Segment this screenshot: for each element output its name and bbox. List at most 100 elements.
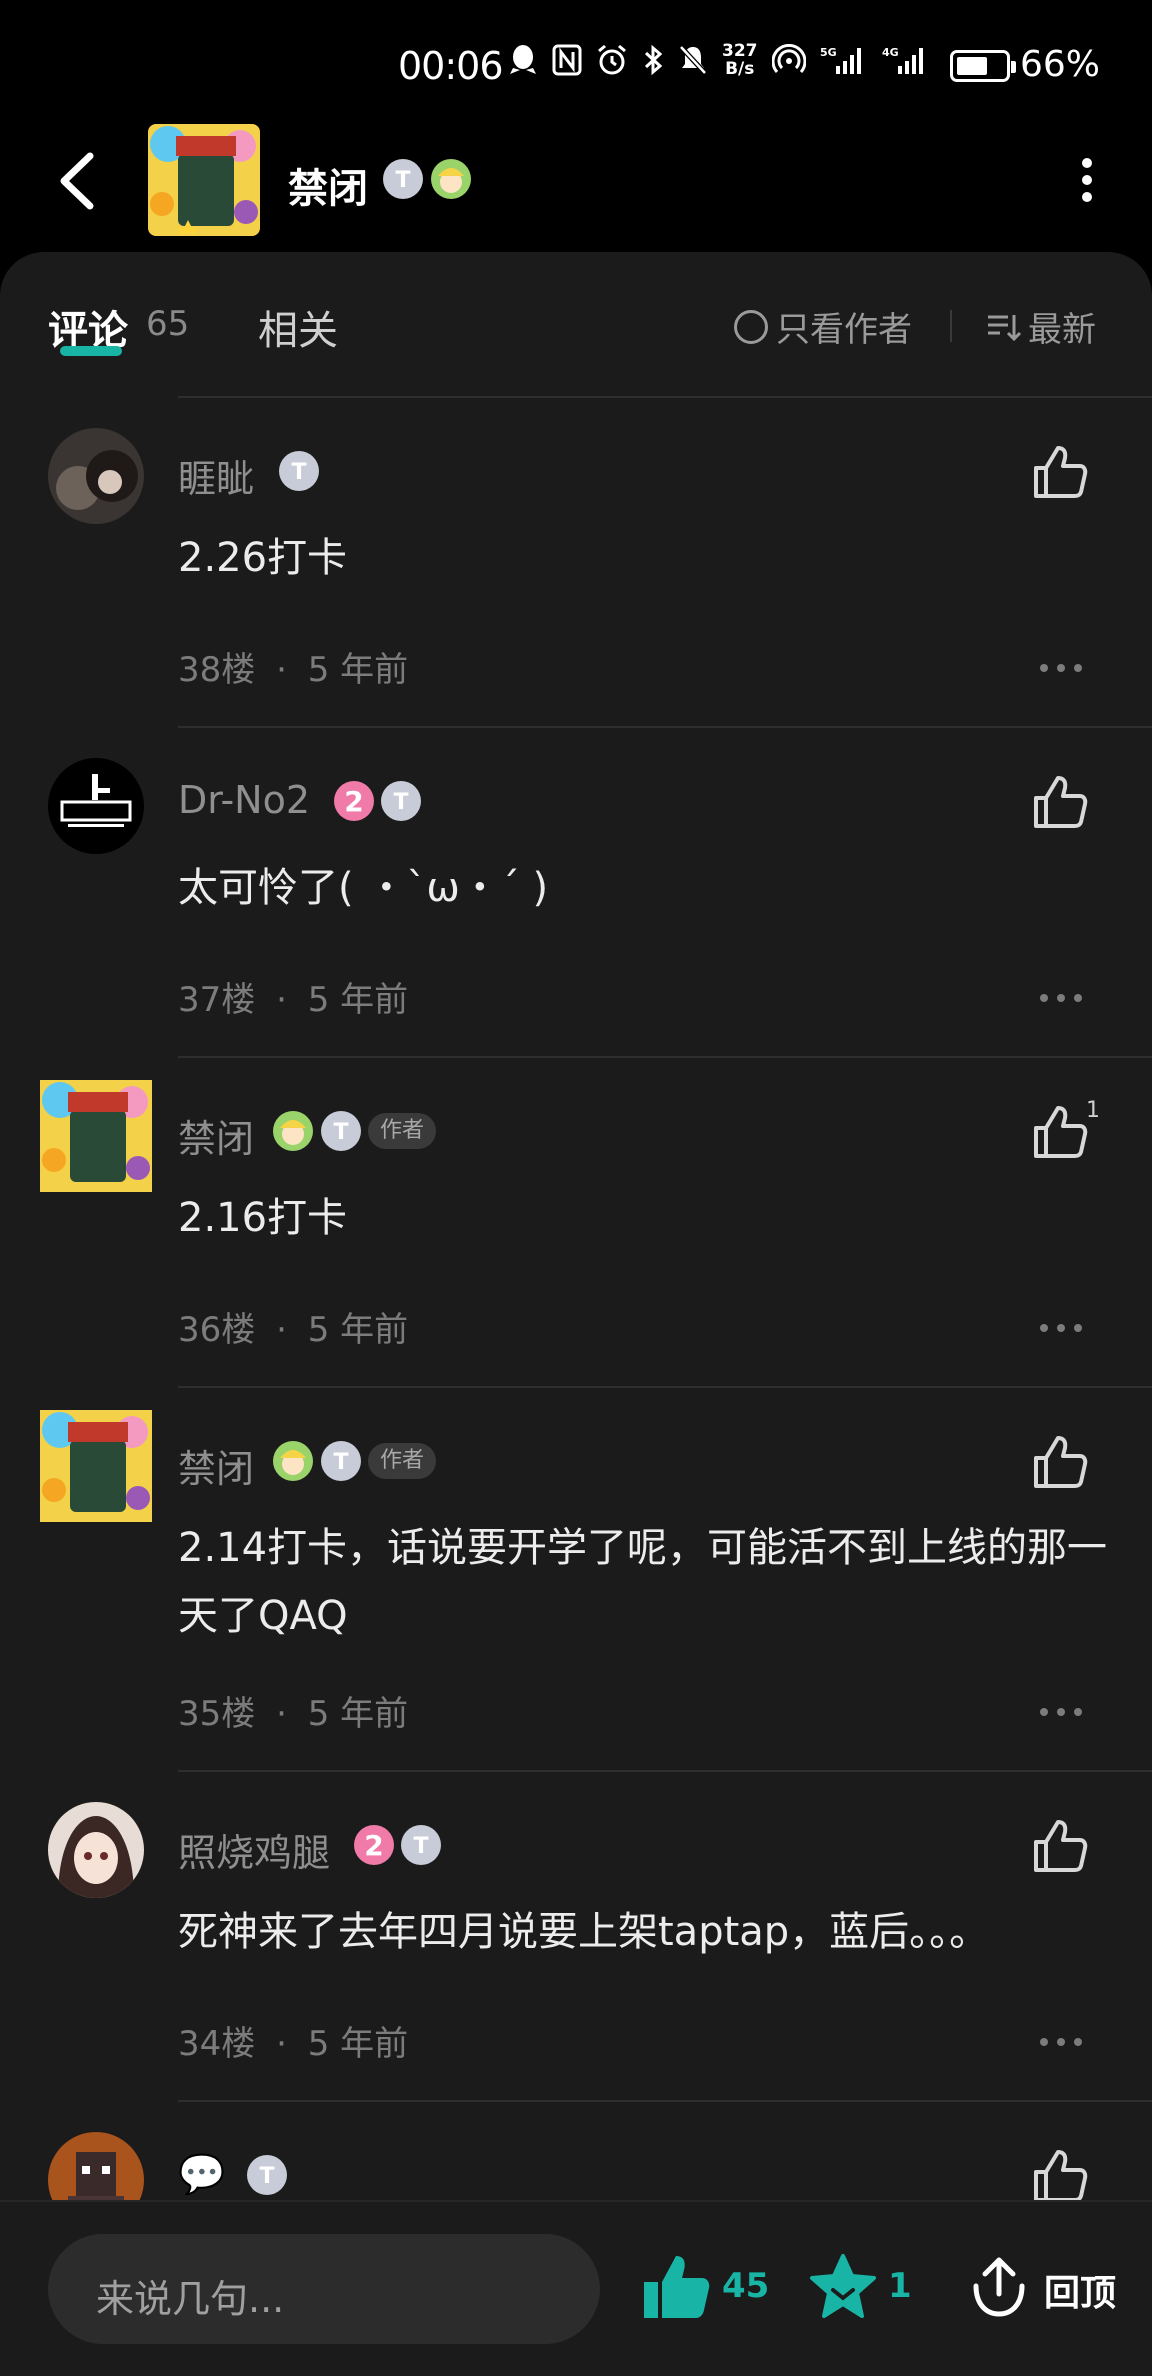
author-badge: 作者 [368,1113,437,1149]
favorite-count: 1 [888,2266,912,2306]
signal-5g-icon: 5G [820,46,861,74]
timestamp: 5 年前 [307,2024,409,2064]
header-badges: T [382,158,472,200]
thumbs-up-icon[interactable] [1030,1816,1090,1876]
meta-separator: · [276,1694,287,1734]
comment-text: 2.14打卡，话说要开学了呢，可能活不到上线的那一天了QAQ [178,1525,1108,1639]
author-only-filter[interactable]: 只看作者 [734,302,912,351]
avatar[interactable] [40,1080,152,1192]
svg-text:T: T [393,790,408,815]
mute-icon [679,45,707,75]
battery-icon [950,50,1016,82]
meta-separator: · [276,1310,287,1350]
star-favorite-icon[interactable] [808,2252,878,2322]
comment-more-icon[interactable] [1040,2038,1082,2048]
user-badges: T 作者 [272,1440,437,1482]
comment-text: 2.26打卡 [178,535,348,581]
tab-bar: 评论 65 相关 只看作者 最新 [0,252,1152,394]
thumbs-up-icon[interactable] [1030,1432,1090,1492]
username[interactable]: 禁闭 [178,1108,254,1163]
back-to-top-icon[interactable] [968,2252,1030,2318]
avatar[interactable] [48,1802,144,1898]
thumbs-up-filled-icon[interactable] [640,2252,712,2322]
meta-separator: · [276,980,287,1020]
tab-comments-count: 65 [146,304,190,344]
thumbs-up-icon[interactable] [1030,1102,1090,1162]
timestamp: 5 年前 [307,1310,409,1350]
user-badges: 2 T [334,780,422,822]
tab-related[interactable]: 相关 [258,298,338,356]
badge-character-icon [273,1111,313,1151]
comment-meta: 35楼 · 5 年前 [178,1686,408,1735]
sort-icon [988,314,1022,341]
level-badge: 2 [354,1825,394,1865]
filter-divider [950,310,952,342]
user-badges: 2 T [354,1824,442,1866]
comment-text: 死神来了去年四月说要上架taptap，蓝后。。。 [178,1909,990,1955]
comment-item: 睚眦 T 2.26打卡 38楼 · 5 年前 [0,398,1152,728]
net-speed-value: 327 [722,41,758,61]
avatar-image [48,758,144,854]
avatar[interactable] [40,1410,152,1522]
author-badge: 作者 [368,1443,437,1479]
username[interactable]: 禁闭 [178,1438,254,1493]
net-speed-unit: B/s [725,59,755,79]
more-options-icon[interactable] [1072,158,1102,202]
comment-more-icon[interactable] [1040,1324,1082,1334]
comment-input-placeholder: 来说几句... [96,2277,285,2321]
level-badge: 2 [334,781,374,821]
thumbs-up-icon[interactable] [1030,772,1090,832]
meta-separator: · [276,2024,287,2064]
svg-text:5G: 5G [820,46,837,59]
comment-item: 照烧鸡腿 2 T 死神来了去年四月说要上架taptap，蓝后。。。 34楼 · … [0,1772,1152,2102]
username[interactable]: 💬 [178,2152,225,2197]
badge-t-icon: T [321,1111,361,1151]
comment-more-icon[interactable] [1040,994,1082,1004]
comment-item: 禁闭 T 作者 1 2.16打卡 36楼 · 5 年前 [0,1058,1152,1388]
like-count: 1 [1086,1098,1100,1123]
radio-circle-icon [734,309,768,344]
tab-active-indicator [60,346,122,356]
comment-input[interactable]: 来说几句... [48,2234,600,2344]
sort-label: 最新 [1028,310,1096,350]
anime-avatar-image [148,124,260,236]
timestamp: 5 年前 [307,980,409,1020]
thumbs-up-icon[interactable] [1030,2146,1090,2206]
signal-4g-icon: 4G [882,46,923,74]
author-only-label: 只看作者 [776,310,912,350]
username[interactable]: 照烧鸡腿 [178,1822,330,1877]
username[interactable]: 睚眦 [178,448,254,503]
back-to-top-label[interactable]: 回顶 [1044,2264,1116,2316]
thumbs-up-icon[interactable] [1030,442,1090,502]
floor-number: 38楼 [178,650,256,690]
anime-avatar-image [40,1410,152,1522]
svg-text:4G: 4G [882,46,899,59]
comment-meta: 34楼 · 5 年前 [178,2016,408,2065]
battery-percent: 66% [1020,44,1101,85]
user-badges: T [278,450,320,492]
header-avatar[interactable] [148,124,260,236]
avatar[interactable] [48,758,144,854]
comments-panel: 评论 65 相关 只看作者 最新 睚眦 T 2.26打卡 38楼 · 5 年前 [0,252,1152,2376]
status-icons: 327 B/s 5G 4G [508,42,930,78]
alarm-icon [598,44,626,75]
bottom-action-bar: 来说几句... 45 1 回顶 [0,2200,1152,2376]
net-speed: 327 B/s [722,42,758,78]
hotspot-icon [771,44,806,73]
badge-t-icon: T [321,1441,361,1481]
avatar[interactable] [48,428,144,524]
back-arrow-icon[interactable] [50,148,110,214]
comment-text: 2.16打卡 [178,1195,348,1241]
comment-meta: 37楼 · 5 年前 [178,972,408,1021]
comment-more-icon[interactable] [1040,1708,1082,1718]
svg-text:T: T [259,2164,274,2189]
comment-more-icon[interactable] [1040,664,1082,674]
sort-filter[interactable]: 最新 [986,302,1096,351]
top-app-bar: 禁闭 T [0,110,1152,250]
username[interactable]: Dr-No2 [178,778,310,822]
user-badges: T 作者 [272,1110,437,1152]
user-badges: T [246,2154,288,2196]
svg-text:T: T [291,460,306,485]
badge-character-icon [431,159,471,199]
qq-icon [510,45,536,74]
